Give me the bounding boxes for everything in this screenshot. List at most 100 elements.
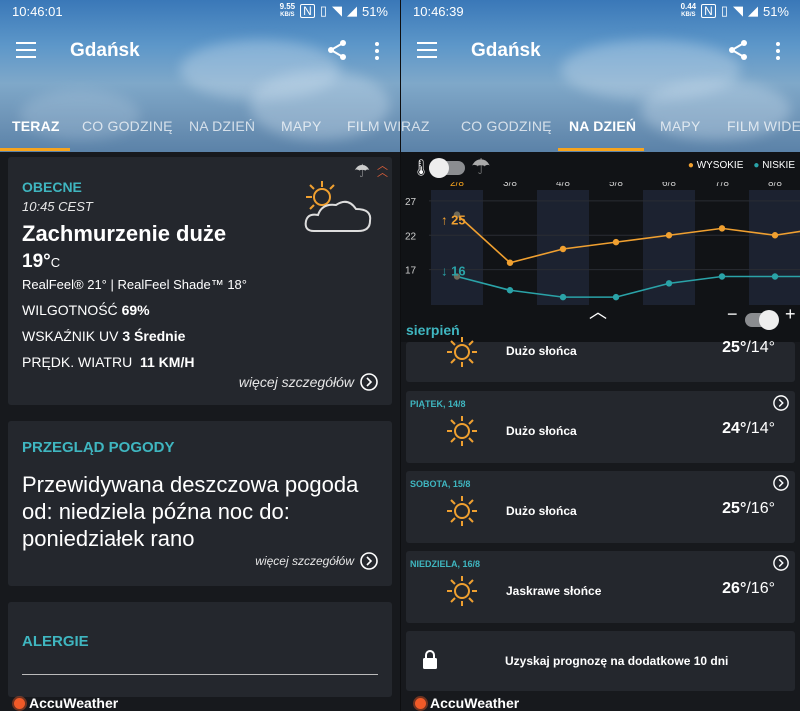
data-point-low	[665, 280, 673, 287]
signal-icon: ◢	[747, 3, 758, 18]
current-conditions-card[interactable]: ☂ ︿ ︿ OBECNE 10:45 CEST Zachmurzenie duże…	[8, 157, 392, 405]
more-details-link[interactable]: więcej szczegółów	[239, 373, 378, 391]
header-background: 10:46:39 0.44 KB/S N ▯ ◥ ◢ 51% Gdańsk RA…	[401, 0, 800, 152]
accuweather-sun-icon	[415, 697, 426, 709]
day-date: PIĄTEK, 14/8	[410, 399, 466, 409]
header-background: 10:46:01 9.55 KB/S N ▯ ◥ ◢ 51% Gdańsk TE…	[0, 0, 400, 152]
x-tick-label: 4/8	[556, 182, 570, 189]
chevron-right-circle-icon[interactable]	[773, 395, 789, 411]
share-icon[interactable]	[326, 39, 348, 61]
chart-legend: ● WYSOKIE ● NISKIE	[688, 160, 795, 171]
realfeel-text: RealFeel® 21° | RealFeel Shade™ 18°	[22, 277, 247, 292]
tab-film[interactable]: FILM WI	[347, 118, 400, 134]
day-temperature: 25°/16°	[722, 500, 775, 517]
day-card[interactable]: NIEDZIELA, 16/8 Jaskrawe słońce 26°/16°	[406, 551, 795, 623]
divider	[22, 674, 378, 675]
series-line-low	[456, 275, 800, 298]
data-point-high	[506, 259, 514, 266]
day-card[interactable]: PIĄTEK, 14/8 Dużo słońca 24°/14°	[406, 391, 795, 463]
accuweather-sun-icon	[14, 697, 25, 709]
hamburger-menu-icon[interactable]	[417, 42, 437, 58]
vibrate-icon: ▯	[720, 3, 728, 18]
zoom-out-icon[interactable]: −	[727, 304, 738, 325]
tab-teraz[interactable]: TERAZ	[12, 118, 60, 134]
sun-icon	[447, 416, 477, 446]
chevron-right-circle-icon[interactable]	[773, 555, 789, 571]
daily-chart-panel: 🌡︎ ☂ ● WYSOKIE ● NISKIE 27 22 17 2/8 3/8 4/8 5…	[401, 152, 800, 342]
accuweather-logo: AccuWeather	[415, 695, 519, 711]
data-point-high	[665, 232, 673, 239]
day-phrase: Dużo słońca	[506, 424, 577, 438]
premium-forecast-card[interactable]: Uzyskaj prognozę na dodatkowe 10 dni	[406, 631, 795, 691]
lock-icon	[423, 650, 437, 669]
app-bar: Gdańsk	[0, 24, 400, 80]
current-heading: OBECNE	[22, 179, 82, 195]
tab-na-dzien[interactable]: NA DZIEŃ	[189, 118, 255, 134]
battery-level: 51%	[762, 3, 789, 19]
tab-teraz[interactable]: RAZ	[401, 118, 430, 134]
sun-icon	[447, 576, 477, 606]
chevron-right-circle-icon[interactable]	[773, 475, 789, 491]
weather-phrase: Zachmurzenie duże	[22, 221, 227, 246]
overview-more-link[interactable]: więcej szczegółów	[255, 552, 378, 570]
observation-time: 10:45 CEST	[22, 199, 93, 214]
status-time: 10:46:39	[413, 4, 464, 19]
sun-icon	[447, 337, 477, 367]
unit-toggle[interactable]	[429, 158, 465, 178]
x-tick-label: 8/8	[768, 182, 782, 189]
data-point-low	[771, 273, 779, 280]
active-tab-indicator	[0, 148, 70, 151]
day-phrase: Dużo słońca	[506, 344, 577, 358]
low-temp-label: ↓ 16	[441, 264, 466, 279]
collapse-chevron-icon[interactable]: ︿	[589, 298, 607, 324]
more-options-icon[interactable]	[375, 42, 379, 63]
data-point-high	[559, 245, 567, 253]
status-bar: 10:46:01 9.55 KB/S N ▯ ◥ ◢ 51%	[0, 0, 400, 24]
chevron-right-circle-icon	[360, 552, 378, 570]
sun-behind-cloud-icon	[304, 181, 372, 232]
wifi-icon: ◥	[331, 3, 342, 18]
y-tick-label: 17	[405, 266, 417, 277]
share-icon[interactable]	[727, 39, 749, 61]
nfc-icon: N	[701, 4, 716, 18]
tab-film-wideo[interactable]: FILM WIDEO	[727, 118, 800, 134]
zoom-in-icon[interactable]: +	[785, 304, 796, 325]
x-tick-label: 2/8	[450, 182, 464, 189]
x-tick-label: 3/8	[503, 182, 517, 189]
network-speed: 9.55 KB/S	[279, 2, 296, 19]
day-temperature: 26°/16°	[722, 580, 775, 597]
active-tab-indicator	[558, 148, 644, 151]
y-tick-label: 27	[405, 197, 417, 208]
hamburger-menu-icon[interactable]	[16, 42, 36, 58]
tab-mapy[interactable]: MAPY	[660, 118, 700, 134]
data-point-low	[506, 287, 514, 294]
battery-level: 51%	[361, 3, 388, 19]
day-card-partial[interactable]: Dużo słońca 25°/14°	[406, 337, 795, 382]
right-screen: 10:46:39 0.44 KB/S N ▯ ◥ ◢ 51% Gdańsk RA…	[400, 0, 800, 711]
tab-co-godzine[interactable]: CO GODZINĘ	[82, 118, 173, 134]
tab-co-godzine[interactable]: CO GODZINĘ	[461, 118, 552, 134]
x-tick-label: 6/8	[662, 182, 676, 189]
day-phrase: Jaskrawe słońce	[506, 584, 602, 598]
status-time: 10:46:01	[12, 4, 63, 19]
x-tick-label: 5/8	[609, 182, 623, 189]
data-point-low	[718, 273, 726, 280]
zoom-slider[interactable]: − +	[727, 304, 800, 330]
data-point-high	[718, 225, 726, 232]
high-temp-label: ↑ 25	[441, 213, 466, 228]
status-bar: 10:46:39 0.44 KB/S N ▯ ◥ ◢ 51%	[401, 0, 800, 24]
umbrella-icon: ☂	[471, 154, 491, 179]
allergies-card[interactable]: ALERGIE	[8, 602, 392, 697]
current-temperature: 19°C	[22, 251, 61, 272]
tab-na-dzien[interactable]: NA DZIEŃ	[569, 118, 636, 134]
uv-index-row: WSKAŹNIK UV 3 Średnie	[22, 328, 186, 344]
wind-speed-row: PRĘDK. WIATRU 11 KM/H	[22, 354, 195, 370]
city-title: Gdańsk	[70, 40, 140, 61]
day-card[interactable]: SOBOTA, 15/8 Dużo słońca 25°/16°	[406, 471, 795, 543]
weather-overview-card[interactable]: PRZEGLĄD POGODY Przewidywana deszczowa p…	[8, 421, 392, 586]
network-speed: 0.44 KB/S	[680, 2, 697, 19]
signal-icon: ◢	[346, 3, 357, 18]
more-options-icon[interactable]	[776, 42, 780, 63]
tab-mapy[interactable]: MAPY	[281, 118, 321, 134]
chart-column-band	[431, 190, 483, 305]
